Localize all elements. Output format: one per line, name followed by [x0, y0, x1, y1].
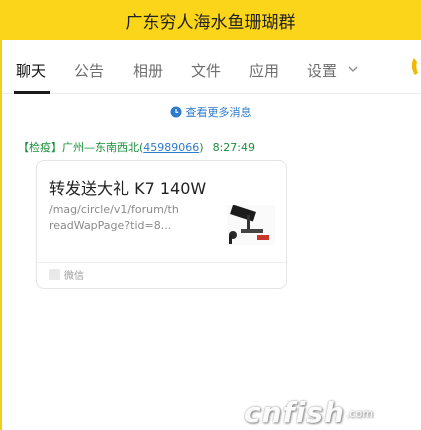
message-time: 8:27:49 — [212, 141, 255, 154]
card-description: /mag/circle/v1/forum/threadWapPage?tid=8… — [49, 203, 179, 232]
view-more-messages-label: 查看更多消息 — [185, 106, 252, 119]
tab-files[interactable]: 文件 — [191, 60, 221, 81]
phone-call-icon[interactable] — [410, 56, 421, 78]
wechat-icon — [49, 269, 60, 280]
site-watermark: cnfish.com — [244, 396, 373, 429]
tab-announcement[interactable]: 公告 — [74, 60, 104, 81]
card-divider — [37, 262, 286, 263]
active-tab-indicator — [14, 91, 50, 94]
tab-apps[interactable]: 应用 — [249, 60, 279, 81]
watermark-suffix: .com — [345, 407, 373, 420]
card-title: 转发送大礼 K7 140W — [49, 179, 207, 198]
watermark-brand: cnfish — [244, 396, 345, 429]
window-title: 广东穷人海水鱼珊瑚群 — [125, 12, 296, 33]
sender-name[interactable]: 【检疫】广州—东南西北 — [18, 141, 139, 154]
card-source: 微信 — [49, 267, 84, 282]
tab-album[interactable]: 相册 — [133, 60, 163, 81]
group-chat-panel: 聊天 公告 相册 文件 应用 设置 查看更多消息 【检疫】广州—东南西北(459… — [0, 40, 421, 430]
sender-qq[interactable]: 45989066 — [143, 141, 199, 154]
chevron-down-icon[interactable] — [347, 64, 359, 74]
card-source-label: 微信 — [64, 271, 84, 282]
message-header: 【检疫】广州—东南西北(45989066) 8:27:49 — [18, 141, 255, 154]
clock-icon — [170, 106, 181, 118]
tab-chat[interactable]: 聊天 — [16, 60, 46, 81]
tab-bar: 聊天 公告 相册 文件 应用 设置 — [0, 40, 421, 94]
shared-link-card[interactable]: 转发送大礼 K7 140W /mag/circle/v1/forum/threa… — [36, 160, 287, 289]
window-left-edge — [0, 40, 2, 430]
tab-settings[interactable]: 设置 — [307, 60, 337, 81]
thumbnail-image — [227, 205, 275, 245]
view-more-messages-link[interactable]: 查看更多消息 — [0, 104, 421, 120]
